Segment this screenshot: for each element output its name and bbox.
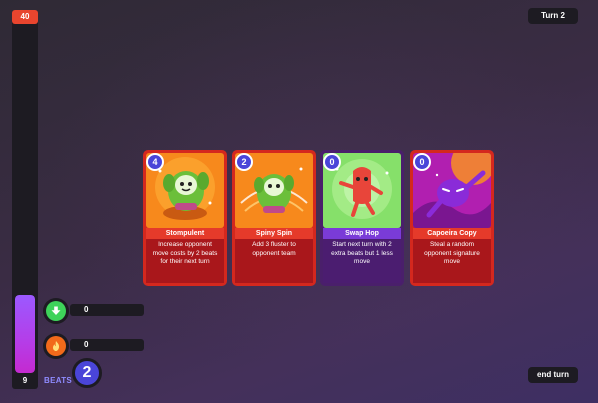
card-swap-hop[interactable]: 0 Swap Hop Start next turn with 2 extra …	[320, 150, 404, 286]
meter-fill	[15, 295, 35, 373]
card-cost: 2	[235, 153, 253, 171]
card-description: Steal a random opponent signature move	[413, 239, 491, 283]
defense-count: 0	[70, 304, 144, 316]
card-description: Start next turn with 2 extra beats but 1…	[323, 239, 401, 283]
beats-counter: 2	[72, 358, 102, 388]
card-capoeira-copy[interactable]: 0 Capoeira Copy Steal a random opponent …	[410, 150, 494, 286]
card-stompulent[interactable]: 4 Stompulent Increase opponent move cost…	[143, 150, 227, 286]
card-description: Add 3 fluster to opponent team	[235, 239, 313, 283]
end-turn-button[interactable]: end turn	[528, 367, 578, 383]
down-arrow-icon	[46, 301, 66, 321]
card-name: Spiny Spin	[235, 228, 313, 239]
card-cost: 0	[413, 153, 431, 171]
card-cost: 4	[146, 153, 164, 171]
card-cost: 0	[323, 153, 341, 171]
meter-track	[15, 295, 35, 373]
card-name: Capoeira Copy	[413, 228, 491, 239]
fire-icon-wrap[interactable]	[43, 333, 69, 359]
meter-max-value: 40	[12, 10, 38, 24]
status-defense: 0	[43, 298, 144, 324]
energy-meter: 40 9	[12, 10, 38, 389]
fire-count: 0	[70, 339, 144, 351]
status-fire: 0	[43, 333, 144, 359]
card-name: Swap Hop	[323, 228, 401, 239]
card-spiny-spin[interactable]: 2 Spiny Spin Add 3 fluster to opponent t…	[232, 150, 316, 286]
meter-current-value: 9	[22, 376, 28, 385]
defense-icon-wrap[interactable]	[43, 298, 69, 324]
beats-label: BEATS	[44, 376, 73, 385]
turn-indicator: Turn 2	[528, 8, 578, 24]
card-description: Increase opponent move costs by 2 beats …	[146, 239, 224, 283]
card-name: Stompulent	[146, 228, 224, 239]
flame-icon	[46, 336, 66, 356]
